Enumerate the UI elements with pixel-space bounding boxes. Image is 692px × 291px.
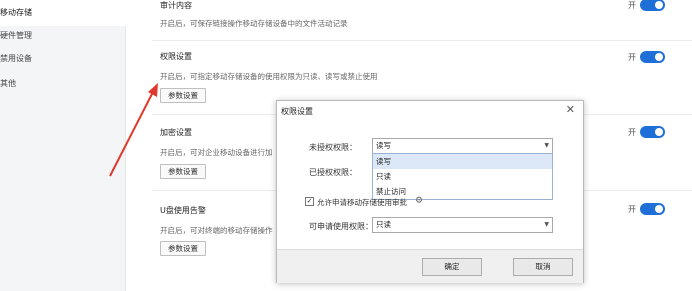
apply-permission-select[interactable]: 只读 ▼ — [372, 217, 553, 233]
toggle-permission[interactable]: 开 — [628, 51, 665, 63]
gear-icon[interactable]: ⚙ — [415, 196, 423, 206]
section-title-audit: 审计内容 — [160, 1, 192, 10]
annotation-arrow-icon — [109, 83, 158, 177]
toggle-encryption[interactable]: 开 — [628, 126, 665, 138]
param-settings-button-permission[interactable]: 参数设置 — [160, 88, 206, 103]
dropdown-option-read-only[interactable]: 只读 — [373, 169, 552, 184]
toggle-switch[interactable] — [640, 203, 665, 215]
permission-dropdown-list: 读写 只读 禁止访问 — [372, 153, 553, 200]
section-desc-permission: 开启后，可指定移动存储设备的使用权限为只读、读写或禁止使用 — [160, 72, 378, 81]
select-value: 只读 — [376, 220, 391, 229]
divider — [152, 40, 692, 41]
toggle-label: 开 — [628, 127, 636, 137]
param-settings-button-usb-alert[interactable]: 参数设置 — [160, 241, 206, 256]
select-value: 读写 — [376, 141, 391, 150]
section-desc-audit: 开启后，可保存链接操作移动存储设备中的文件活动记录 — [160, 19, 348, 28]
ok-button[interactable]: 确定 — [422, 258, 482, 276]
permission-settings-dialog: 权限设置 ✕ 未授权权限： 读写 ▼ 已授权权限： 读写 只读 禁止访问 ✓ 允… — [276, 100, 584, 283]
toggle-switch[interactable] — [640, 0, 665, 11]
sidebar-item-disabled-devices[interactable]: 禁用设备 — [0, 46, 126, 72]
chevron-down-icon: ▼ — [544, 142, 549, 149]
allow-apply-checkbox-label: 允许申请移动存储使用审批 — [317, 198, 407, 207]
chevron-down-icon: ▼ — [544, 221, 549, 228]
allow-apply-checkbox[interactable]: ✓ — [305, 197, 314, 206]
toggle-label: 开 — [628, 204, 636, 214]
toggle-switch[interactable] — [640, 126, 665, 138]
section-title-usb-alert: U盘使用告警 — [160, 206, 206, 215]
toggle-label: 开 — [628, 52, 636, 62]
close-icon[interactable]: ✕ — [566, 103, 575, 116]
section-desc-usb-alert: 开启后，可对终端的移动存储操作 — [160, 226, 273, 235]
toggle-usb-alert[interactable]: 开 — [628, 203, 665, 215]
param-settings-button-encryption[interactable]: 参数设置 — [160, 164, 206, 179]
toggle-switch[interactable] — [640, 51, 665, 63]
apply-permission-label: 可申请使用权限： — [309, 222, 373, 231]
authorized-permission-label: 已授权权限： — [309, 168, 357, 177]
section-title-encryption: 加密设置 — [160, 128, 192, 137]
toggle-label: 开 — [628, 0, 636, 10]
section-desc-encryption: 开启后，可对企业移动设备进行加 — [160, 148, 273, 157]
section-title-permission: 权限设置 — [160, 52, 192, 61]
cancel-button[interactable]: 取消 — [513, 258, 573, 276]
dropdown-option-read-write[interactable]: 读写 — [373, 154, 552, 169]
dialog-footer: 确定 取消 — [277, 249, 583, 283]
dialog-title: 权限设置 — [281, 107, 313, 116]
toggle-audit[interactable]: 开 — [628, 0, 665, 11]
unauthorized-permission-label: 未授权权限： — [309, 143, 357, 152]
unauthorized-permission-select[interactable]: 读写 ▼ — [372, 138, 553, 154]
